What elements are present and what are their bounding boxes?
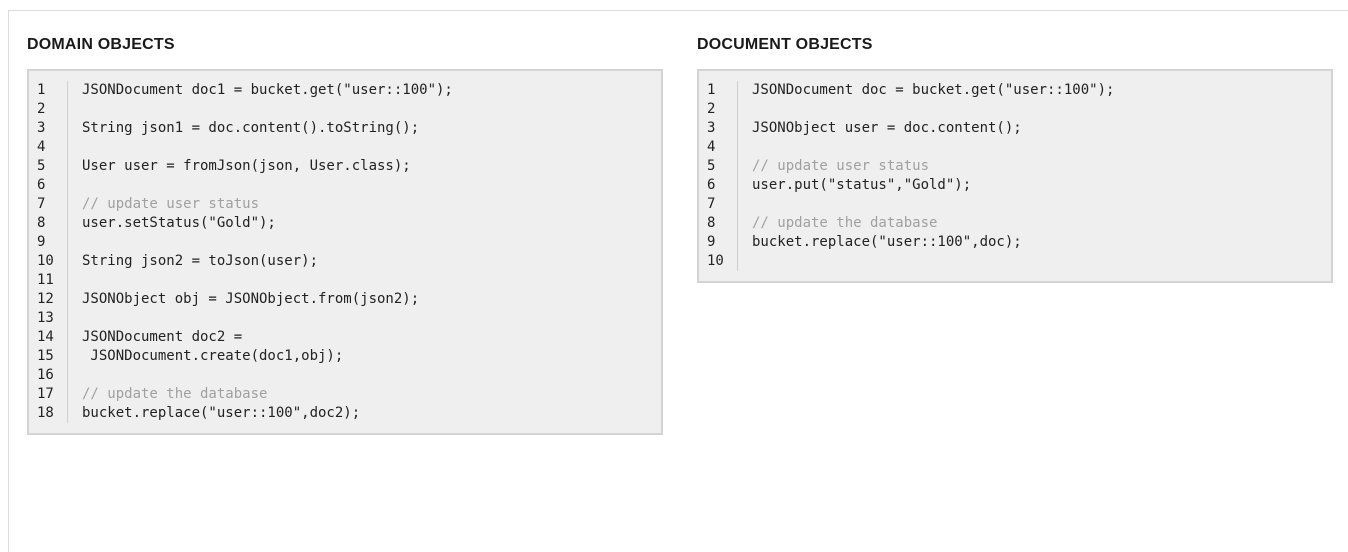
line-number: 17 — [37, 386, 54, 402]
line-number: 14 — [37, 329, 54, 345]
code-text — [737, 252, 1331, 271]
code-text: bucket.replace("user::100",doc); — [737, 233, 1331, 252]
line-number: 8 — [707, 215, 716, 231]
code-comment: // update the database — [67, 385, 661, 404]
code-line: 2 — [699, 100, 1331, 119]
code-text — [737, 100, 1331, 119]
line-number: 3 — [707, 120, 716, 136]
code-line: 5 // update user status — [699, 157, 1331, 176]
code-text — [67, 271, 661, 290]
code-line: 3 String json1 = doc.content().toString()… — [29, 119, 661, 138]
code-line: 18 bucket.replace("user::100",doc2); — [29, 404, 661, 423]
line-number: 18 — [37, 405, 54, 421]
code-text — [67, 366, 661, 385]
document-objects-code-block: 1 JSONDocument doc = bucket.get("user::10… — [697, 69, 1333, 283]
code-line: 4 — [29, 138, 661, 157]
code-line: 8 // update the database — [699, 214, 1331, 233]
line-number: 10 — [707, 253, 724, 269]
line-number: 6 — [707, 177, 716, 193]
line-number: 3 — [37, 120, 46, 136]
code-line: 15 JSONDocument.create(doc1,obj); — [29, 347, 661, 366]
code-line: 10 — [699, 252, 1331, 271]
code-text — [67, 176, 661, 195]
code-line: 17 // update the database — [29, 385, 661, 404]
code-line: 7 // update user status — [29, 195, 661, 214]
code-comment: // update the database — [737, 214, 1331, 233]
code-text — [67, 100, 661, 119]
code-line: 13 — [29, 309, 661, 328]
code-text: JSONObject obj = JSONObject.from(json2); — [67, 290, 661, 309]
line-number: 4 — [37, 139, 46, 155]
domain-objects-panel: DOMAIN OBJECTS 1 JSONDocument doc1 = buck… — [27, 33, 663, 435]
line-number: 12 — [37, 291, 54, 307]
code-comment: // update user status — [67, 195, 661, 214]
code-text: JSONDocument doc1 = bucket.get("user::10… — [67, 81, 661, 100]
code-text: JSONObject user = doc.content(); — [737, 119, 1331, 138]
code-comment: // update user status — [737, 157, 1331, 176]
line-number: 5 — [707, 158, 716, 174]
code-line: 10 String json2 = toJson(user); — [29, 252, 661, 271]
domain-objects-title: DOMAIN OBJECTS — [27, 36, 175, 53]
domain-objects-code-block: 1 JSONDocument doc1 = bucket.get("user::1… — [27, 69, 663, 435]
code-line: 6 — [29, 176, 661, 195]
code-text: String json2 = toJson(user); — [67, 252, 661, 271]
document-objects-panel: DOCUMENT OBJECTS 1 JSONDocument doc = buc… — [697, 33, 1333, 283]
code-line: 7 — [699, 195, 1331, 214]
line-number: 2 — [707, 101, 716, 117]
line-number: 1 — [707, 82, 716, 98]
code-text: JSONDocument doc2 = — [67, 328, 661, 347]
code-line: 16 — [29, 366, 661, 385]
line-number: 2 — [37, 101, 46, 117]
line-number: 4 — [707, 139, 716, 155]
line-number: 1 — [37, 82, 46, 98]
line-number: 15 — [37, 348, 54, 364]
code-line: 2 — [29, 100, 661, 119]
code-line: 1 JSONDocument doc1 = bucket.get("user::1… — [29, 81, 661, 100]
line-number: 6 — [37, 177, 46, 193]
code-line: 4 — [699, 138, 1331, 157]
document-objects-title: DOCUMENT OBJECTS — [697, 36, 873, 53]
code-line: 14 JSONDocument doc2 = — [29, 328, 661, 347]
code-line: 1 JSONDocument doc = bucket.get("user::10… — [699, 81, 1331, 100]
code-line: 3 JSONObject user = doc.content(); — [699, 119, 1331, 138]
line-number: 11 — [37, 272, 54, 288]
code-text: User user = fromJson(json, User.class); — [67, 157, 661, 176]
code-text: bucket.replace("user::100",doc2); — [67, 404, 661, 423]
line-number: 8 — [37, 215, 46, 231]
code-text: String json1 = doc.content().toString(); — [67, 119, 661, 138]
line-number: 16 — [37, 367, 54, 383]
code-text — [67, 233, 661, 252]
code-text — [737, 195, 1331, 214]
line-number: 5 — [37, 158, 46, 174]
code-line: 9 bucket.replace("user::100",doc); — [699, 233, 1331, 252]
code-text — [67, 309, 661, 328]
code-line: 8 user.setStatus("Gold"); — [29, 214, 661, 233]
code-text: JSONDocument doc = bucket.get("user::100… — [737, 81, 1331, 100]
code-line: 9 — [29, 233, 661, 252]
code-text: JSONDocument.create(doc1,obj); — [67, 347, 661, 366]
line-number: 7 — [37, 196, 46, 212]
code-line: 6 user.put("status","Gold"); — [699, 176, 1331, 195]
code-text — [67, 138, 661, 157]
line-number: 9 — [37, 234, 46, 250]
code-text: user.setStatus("Gold"); — [67, 214, 661, 233]
code-text — [737, 138, 1331, 157]
code-line: 11 — [29, 271, 661, 290]
line-number: 7 — [707, 196, 716, 212]
code-line: 12 JSONObject obj = JSONObject.from(json2… — [29, 290, 661, 309]
line-number: 9 — [707, 234, 716, 250]
page-frame: DOMAIN OBJECTS 1 JSONDocument doc1 = buck… — [8, 10, 1348, 552]
line-number: 13 — [37, 310, 54, 326]
code-text: user.put("status","Gold"); — [737, 176, 1331, 195]
code-line: 5 User user = fromJson(json, User.class); — [29, 157, 661, 176]
line-number: 10 — [37, 253, 54, 269]
